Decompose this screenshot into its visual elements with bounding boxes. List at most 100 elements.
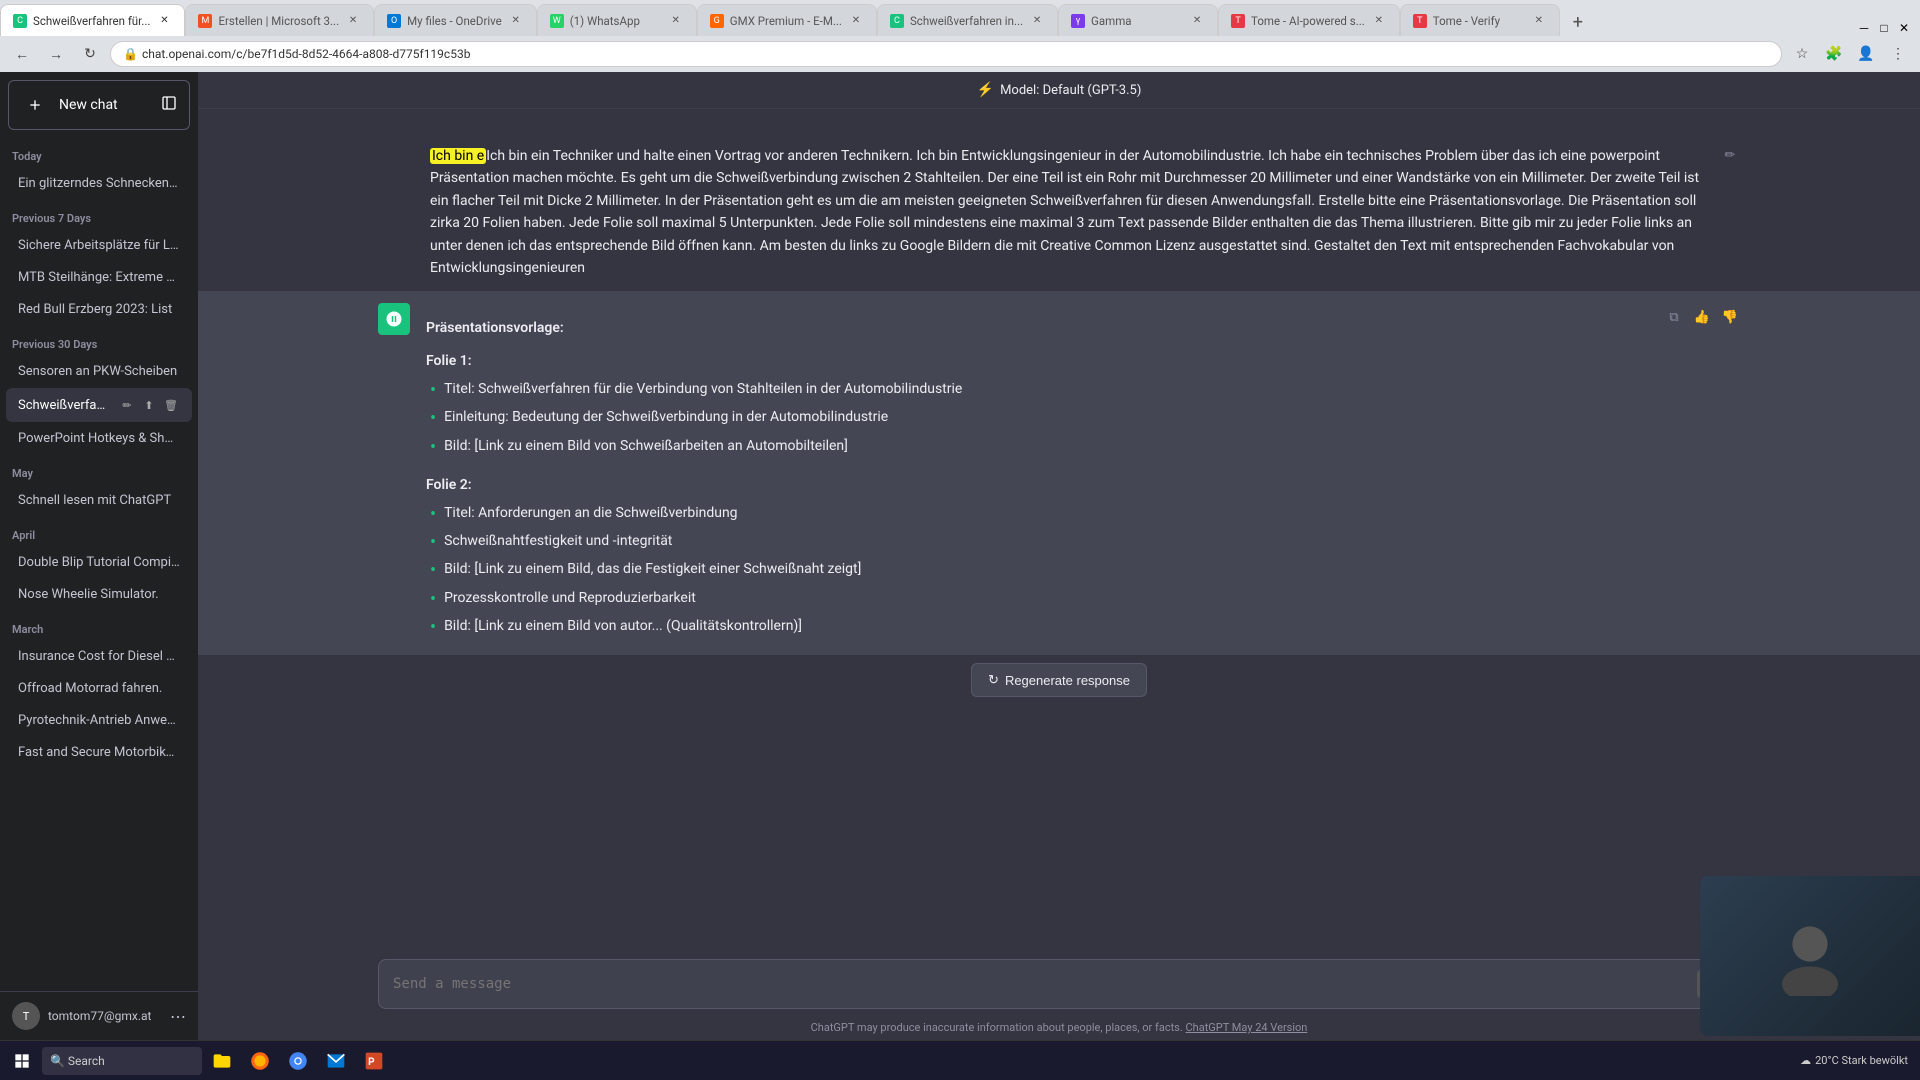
tab-tome1[interactable]: T Tome - AI-powered s... ✕ [1218, 4, 1400, 36]
model-bar: ⚡ Model: Default (GPT-3.5) [198, 72, 1920, 109]
tab-close-ms[interactable]: ✕ [345, 13, 361, 29]
sidebar-item-insurance[interactable]: Insurance Cost for Diesel Car [6, 641, 192, 672]
new-chat-icon [21, 91, 49, 119]
tab-chatgpt1[interactable]: C Schweißverfahren für... ✕ [0, 4, 185, 36]
sidebar-item-redbull[interactable]: Red Bull Erzberg 2023: List [6, 294, 192, 325]
disclaimer-link[interactable]: ChatGPT May 24 Version [1186, 1021, 1308, 1034]
settings-icon[interactable]: ⋮ [1884, 40, 1912, 68]
edit-message-icon[interactable]: ✏ [1720, 145, 1740, 165]
tab-ms[interactable]: M Erstellen | Microsoft 3... ✕ [185, 4, 374, 36]
taskbar-outlook[interactable] [318, 1043, 354, 1079]
folie2-bullet2-text: Schweißnahtfestigkeit und -integrität [444, 530, 672, 555]
thumbsup-icon[interactable]: 👍 [1692, 307, 1712, 327]
sidebar-item-sensoren-text: Sensoren an PKW-Scheiben [18, 364, 180, 379]
taskbar-chrome[interactable] [280, 1043, 316, 1079]
tab-close-tome2[interactable]: ✕ [1531, 13, 1547, 29]
bookmark-icon[interactable]: ☆ [1788, 40, 1816, 68]
taskbar-firefox[interactable] [242, 1043, 278, 1079]
section-prev30: Previous 30 Days [0, 326, 198, 355]
edit-icon[interactable]: ✏ [118, 396, 136, 414]
thumbsdown-icon[interactable]: 👎 [1720, 307, 1740, 327]
tab-label-chatgpt1: Schweißverfahren für... [33, 14, 150, 28]
address-text[interactable]: chat.openai.com/c/be7f1d5d-8d52-4664-a80… [142, 47, 470, 61]
tab-close-wa[interactable]: ✕ [668, 13, 684, 29]
tab-close-gamma[interactable]: ✕ [1189, 13, 1205, 29]
sidebar-item-schweiss[interactable]: Schweißverfahren fü... ✏ ⬆ 🗑 [6, 388, 192, 422]
chat-input[interactable] [393, 976, 1687, 992]
delete-icon[interactable]: 🗑 [162, 396, 180, 414]
start-button[interactable] [4, 1043, 40, 1079]
profile-icon[interactable]: 👤 [1852, 40, 1880, 68]
folie1-bullet1-text: Titel: Schweißverfahren für die Verbindu… [444, 378, 962, 403]
chat-area: Ich bin eIch bin ein Techniker und halte… [198, 109, 1920, 947]
reload-button[interactable]: ↻ [76, 40, 104, 68]
sidebar-toggle-icon[interactable] [161, 95, 177, 115]
sidebar-item-mtb[interactable]: MTB Steilhänge: Extreme Fah... [6, 262, 192, 293]
folie2-title: Folie 2: [426, 474, 1648, 496]
sidebar-item-schnell[interactable]: Schnell lesen mit ChatGPT [6, 485, 192, 516]
tab-onedrive[interactable]: O My files - OneDrive ✕ [374, 4, 537, 36]
share-icon[interactable]: ⬆ [140, 396, 158, 414]
tab-close-tome1[interactable]: ✕ [1371, 13, 1387, 29]
folie2-bullet3-text: Bild: [Link zu einem Bild, das die Festi… [444, 558, 861, 583]
browser-icons: ☆ 🧩 👤 ⋮ [1788, 40, 1912, 68]
lightning-icon: ⚡ [977, 82, 994, 98]
sidebar-item-fastmoto[interactable]: Fast and Secure Motorbike Lo... [6, 737, 192, 768]
section-march: March [0, 611, 198, 640]
assistant-message-actions: ⧉ 👍 👎 [1664, 303, 1740, 643]
sidebar-item-hotkeys[interactable]: PowerPoint Hotkeys & Shortc... [6, 423, 192, 454]
folie2-bullet4-text: Prozesskontrolle und Reproduzierbarkeit [444, 587, 696, 612]
tab-tome2[interactable]: T Tome - Verify ✕ [1400, 4, 1560, 36]
window-close[interactable]: ✕ [1896, 20, 1912, 36]
tab-favicon-onedrive: O [387, 14, 401, 28]
tab-wa[interactable]: W (1) WhatsApp ✕ [537, 4, 697, 36]
extensions-icon[interactable]: 🧩 [1820, 40, 1848, 68]
tab-close-chatgpt1[interactable]: ✕ [156, 13, 172, 29]
new-tab-button[interactable]: + [1564, 8, 1592, 36]
tab-close-chatgpt2[interactable]: ✕ [1029, 13, 1045, 29]
tab-favicon-tome2: T [1413, 14, 1427, 28]
tab-chatgpt2[interactable]: C Schweißverfahren in... ✕ [877, 4, 1058, 36]
address-bar[interactable]: 🔒 chat.openai.com/c/be7f1d5d-8d52-4664-a… [110, 41, 1782, 67]
copy-icon[interactable]: ⧉ [1664, 307, 1684, 327]
disclaimer-text: ChatGPT may produce inaccurate informati… [811, 1021, 1183, 1034]
user-menu-icon[interactable]: ⋯ [170, 1007, 186, 1026]
bullet-icon: • [430, 615, 436, 640]
sidebar-item-offroad[interactable]: Offroad Motorrad fahren. [6, 673, 192, 704]
tab-favicon-gmx: G [710, 14, 724, 28]
tab-favicon-gamma: γ [1071, 14, 1085, 28]
user-message-text: Ich bin ein Techniker und halte einen Vo… [430, 148, 1699, 276]
regenerate-button[interactable]: ↻ Regenerate response [971, 663, 1147, 697]
input-box [378, 959, 1740, 1009]
section-prev7: Previous 7 Days [0, 200, 198, 229]
tab-close-gmx[interactable]: ✕ [848, 13, 864, 29]
sidebar-item-pyro[interactable]: Pyrotechnik-Antrieb Anwend... [6, 705, 192, 736]
browser-chrome: C Schweißverfahren für... ✕ M Erstellen … [0, 0, 1920, 72]
sidebar-item-hotkeys-text: PowerPoint Hotkeys & Shortc... [18, 431, 180, 446]
sidebar-item-nosewheele[interactable]: Nose Wheelie Simulator. [6, 579, 192, 610]
window-minimize[interactable]: ─ [1856, 20, 1872, 36]
sidebar-user[interactable]: T tomtom77@gmx.at ⋯ [0, 991, 198, 1040]
tab-close-onedrive[interactable]: ✕ [508, 13, 524, 29]
folie1-bullet1: • Titel: Schweißverfahren für die Verbin… [426, 378, 1648, 403]
taskbar-search[interactable]: 🔍 Search [42, 1047, 202, 1075]
user-highlight-text: Ich bin e [430, 148, 486, 164]
back-button[interactable]: ← [8, 40, 36, 68]
forward-button[interactable]: → [42, 40, 70, 68]
tab-gamma[interactable]: γ Gamma ✕ [1058, 4, 1218, 36]
sidebar-item-sicher[interactable]: Sichere Arbeitsplätze für LKW... [6, 230, 192, 261]
sidebar-item-fastmoto-text: Fast and Secure Motorbike Lo... [18, 745, 180, 760]
tab-label-onedrive: My files - OneDrive [407, 14, 502, 28]
window-maximize[interactable]: □ [1876, 20, 1892, 36]
sidebar-item-doubleblip[interactable]: Double Blip Tutorial Compilati... [6, 547, 192, 578]
app: New chat Today Ein glitzerndes Schnecken… [0, 72, 1920, 1040]
folie2-bullet2: • Schweißnahtfestigkeit und -integrität [426, 530, 1648, 555]
tab-gmx[interactable]: G GMX Premium - E-M... ✕ [697, 4, 877, 36]
sidebar-item-sensoren[interactable]: Sensoren an PKW-Scheiben [6, 356, 192, 387]
taskbar-powerpoint[interactable]: P [356, 1043, 392, 1079]
weather-text: 20°C Stark bewölkt [1815, 1054, 1908, 1067]
sidebar-item-glitzernd[interactable]: Ein glitzerndes Schnecken-Ab... [6, 168, 192, 199]
new-chat-button[interactable]: New chat [8, 80, 190, 130]
tab-label-tome2: Tome - Verify [1433, 14, 1525, 28]
taskbar-explorer[interactable] [204, 1043, 240, 1079]
